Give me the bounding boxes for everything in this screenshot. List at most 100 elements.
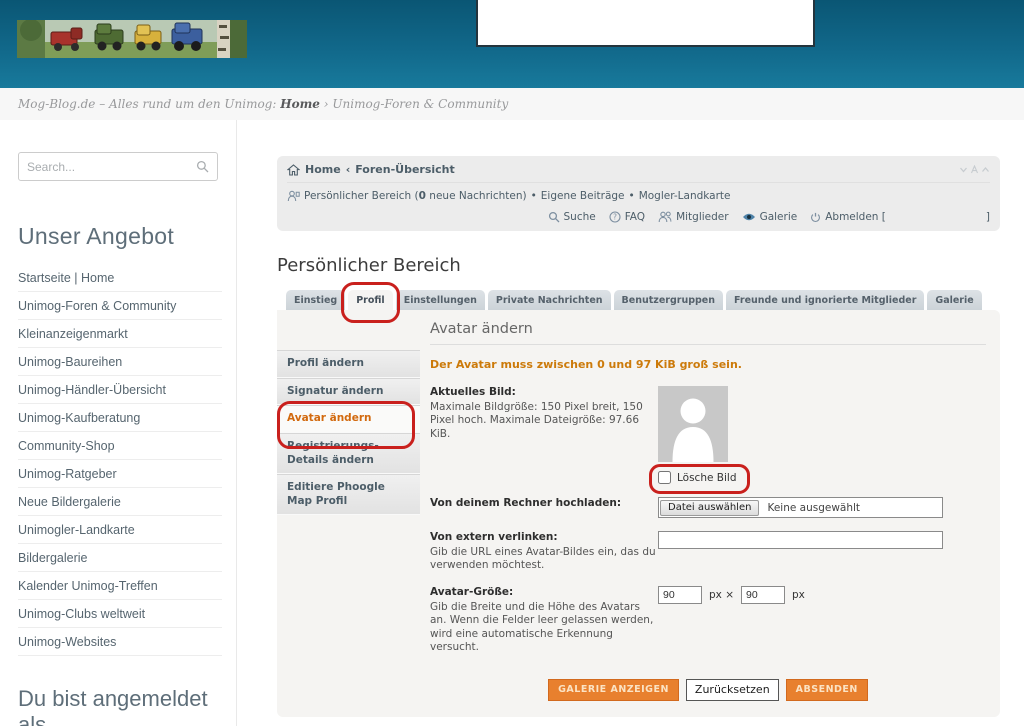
forum-overview-link[interactable]: Foren-Übersicht xyxy=(355,163,455,176)
members-icon xyxy=(658,211,672,223)
sidebar-item-kalender-treffen[interactable]: Kalender Unimog-Treffen xyxy=(18,572,222,600)
tab-private-nachrichten[interactable]: Private Nachrichten xyxy=(488,290,611,310)
submenu-avatar-aendern[interactable]: Avatar ändern xyxy=(277,405,420,433)
file-choose-button[interactable]: Datei auswählen xyxy=(660,500,759,516)
tab-profil-label: Profil xyxy=(356,295,384,306)
sidebar-item-neue-bildergalerie[interactable]: Neue Bildergalerie xyxy=(18,488,222,516)
submenu-registrierungs-details[interactable]: Registrierungs-Details ändern xyxy=(277,433,420,474)
bullet: • xyxy=(531,190,537,202)
sidebar-item-baureihen[interactable]: Unimog-Baureihen xyxy=(18,348,222,376)
breadcrumb-current-link[interactable]: Unimog-Foren & Community xyxy=(332,97,508,111)
current-image-desc: Maximale Bildgröße: 150 Pixel breit, 150… xyxy=(430,401,658,442)
show-gallery-button[interactable]: GALERIE ANZEIGEN xyxy=(548,679,679,701)
upload-row: Von deinem Rechner hochladen: Datei ausw… xyxy=(430,497,986,518)
site-header xyxy=(0,0,1024,88)
own-posts-link[interactable]: Eigene Beiträge xyxy=(541,190,625,202)
breadcrumb-home-link[interactable]: Home xyxy=(280,97,320,111)
font-size-icon[interactable] xyxy=(970,165,979,174)
search-tool[interactable]: Suche xyxy=(548,211,596,223)
avatar-form: Avatar ändern Der Avatar muss zwischen 0… xyxy=(420,310,1000,701)
sidebar-item-community-shop[interactable]: Community-Shop xyxy=(18,432,222,460)
site-banner-image[interactable] xyxy=(17,20,247,58)
sidebar-heading: Unser Angebot xyxy=(18,223,222,250)
avatar-size-desc: Gib die Breite und die Höhe des Avatars … xyxy=(430,601,658,656)
upload-field: Datei auswählen Keine ausgewählt xyxy=(658,497,986,518)
logout-tool-label: Abmelden [ xyxy=(825,211,886,223)
sidebar-item-foren-community[interactable]: Unimog-Foren & Community xyxy=(18,292,222,320)
pm-count: 0 xyxy=(419,190,426,202)
sidebar-item-websites[interactable]: Unimog-Websites xyxy=(18,628,222,656)
members-tool[interactable]: Mitglieder xyxy=(658,211,729,223)
upload-label: Von deinem Rechner hochladen: xyxy=(430,497,658,511)
logout-tool[interactable]: Abmelden [ xyxy=(810,211,886,223)
tab-einstieg[interactable]: Einstieg xyxy=(286,290,345,310)
submenu-profil-aendern[interactable]: Profil ändern xyxy=(277,350,420,378)
search-icon[interactable] xyxy=(196,160,209,173)
user-links-row: Persönlicher Bereich (0 neue Nachrichten… xyxy=(287,183,990,208)
svg-text:?: ? xyxy=(613,213,617,222)
mogler-landkarte-link[interactable]: Mogler-Landkarte xyxy=(639,190,731,202)
sidebar-item-clubs-weltweit[interactable]: Unimog-Clubs weltweit xyxy=(18,600,222,628)
submenu-signatur-aendern[interactable]: Signatur ändern xyxy=(277,378,420,406)
chevron-down-icon[interactable] xyxy=(959,165,968,174)
file-input[interactable]: Datei auswählen Keine ausgewählt xyxy=(658,497,943,518)
sidebar-item-kleinanzeigenmarkt[interactable]: Kleinanzeigenmarkt xyxy=(18,320,222,348)
forum-tools-row: Suche ? FAQ Mitglieder Galerie Abmelden … xyxy=(287,208,990,223)
home-icon xyxy=(287,164,300,176)
logged-in-heading: Du bist angemeldet als xyxy=(18,686,222,726)
avatar-width-input[interactable] xyxy=(658,586,702,604)
gallery-tool-label: Galerie xyxy=(760,211,798,223)
delete-avatar-checkbox[interactable] xyxy=(658,471,671,484)
search-input[interactable] xyxy=(27,160,196,174)
forum-breadcrumb-separator: ‹ xyxy=(346,163,351,176)
avatar-size-warning: Der Avatar muss zwischen 0 und 97 KiB gr… xyxy=(430,358,986,371)
ucp-tabs: Einstieg Profil Einstellungen Private Na… xyxy=(277,290,1000,310)
avatar-size-label-block: Avatar-Größe: Gib die Breite und die Höh… xyxy=(430,586,658,655)
external-link-label-block: Von extern verlinken: Gib die URL eines … xyxy=(430,531,658,573)
tab-freunde-ignorierte[interactable]: Freunde und ignorierte Mitglieder xyxy=(726,290,924,310)
search-icon xyxy=(548,211,560,223)
sidebar-item-unimogler-landkarte[interactable]: Unimogler-Landkarte xyxy=(18,516,222,544)
sidebar-item-ratgeber[interactable]: Unimog-Ratgeber xyxy=(18,460,222,488)
personal-area-link[interactable]: Persönlicher Bereich (0 neue Nachrichten… xyxy=(304,190,527,202)
reset-button[interactable]: Zurücksetzen xyxy=(686,679,779,701)
form-buttons: GALERIE ANZEIGEN Zurücksetzen ABSENDEN xyxy=(430,679,986,701)
sidebar-item-bildergalerie[interactable]: Bildergalerie xyxy=(18,544,222,572)
size-unit-end: px xyxy=(792,589,805,601)
forum-breadcrumb: Home ‹ Foren-Übersicht xyxy=(287,163,990,183)
pm-suffix: neue Nachrichten) xyxy=(426,190,527,202)
sidebar: Unser Angebot Startseite | Home Unimog-F… xyxy=(18,120,237,726)
current-image-field: Lösche Bild xyxy=(658,386,986,484)
size-unit-mid: px × xyxy=(709,589,734,601)
sidebar-search xyxy=(18,152,218,181)
eye-icon xyxy=(742,212,756,222)
sidebar-menu: Startseite | Home Unimog-Foren & Communi… xyxy=(18,264,222,656)
gallery-tool[interactable]: Galerie xyxy=(742,211,798,223)
avatar-url-input[interactable] xyxy=(658,531,943,549)
main-content: Home ‹ Foren-Übersicht Persönlicher Bere… xyxy=(277,120,1000,726)
ucp-submenu: Profil ändern Signatur ändern Avatar änd… xyxy=(277,350,420,701)
sidebar-item-haendler-uebersicht[interactable]: Unimog-Händler-Übersicht xyxy=(18,376,222,404)
view-options-icons[interactable] xyxy=(959,165,990,174)
tab-galerie[interactable]: Galerie xyxy=(927,290,981,310)
sidebar-item-kaufberatung[interactable]: Unimog-Kaufberatung xyxy=(18,404,222,432)
tab-benutzergruppen[interactable]: Benutzergruppen xyxy=(614,290,723,310)
tab-einstellungen[interactable]: Einstellungen xyxy=(396,290,485,310)
search-tool-label: Suche xyxy=(564,211,596,223)
chevron-up-icon[interactable] xyxy=(981,165,990,174)
bullet: • xyxy=(629,190,635,202)
sidebar-item-startseite[interactable]: Startseite | Home xyxy=(18,264,222,292)
faq-tool[interactable]: ? FAQ xyxy=(609,211,645,223)
avatar-size-row: Avatar-Größe: Gib die Breite und die Höh… xyxy=(430,586,986,655)
avatar-height-input[interactable] xyxy=(741,586,785,604)
pm-prefix: Persönlicher Bereich ( xyxy=(304,190,419,202)
delete-avatar-label: Lösche Bild xyxy=(677,472,737,484)
tab-profil[interactable]: Profil xyxy=(348,290,392,310)
upload-label-block: Von deinem Rechner hochladen: xyxy=(430,497,658,518)
section-title: Avatar ändern xyxy=(430,321,986,345)
submenu-phoogle-map[interactable]: Editiere Phoogle Map Profil xyxy=(277,474,420,515)
external-link-field xyxy=(658,531,986,573)
logout-bracket-close: ] xyxy=(986,211,990,223)
forum-home-link[interactable]: Home xyxy=(305,163,341,176)
submit-button[interactable]: ABSENDEN xyxy=(786,679,868,701)
